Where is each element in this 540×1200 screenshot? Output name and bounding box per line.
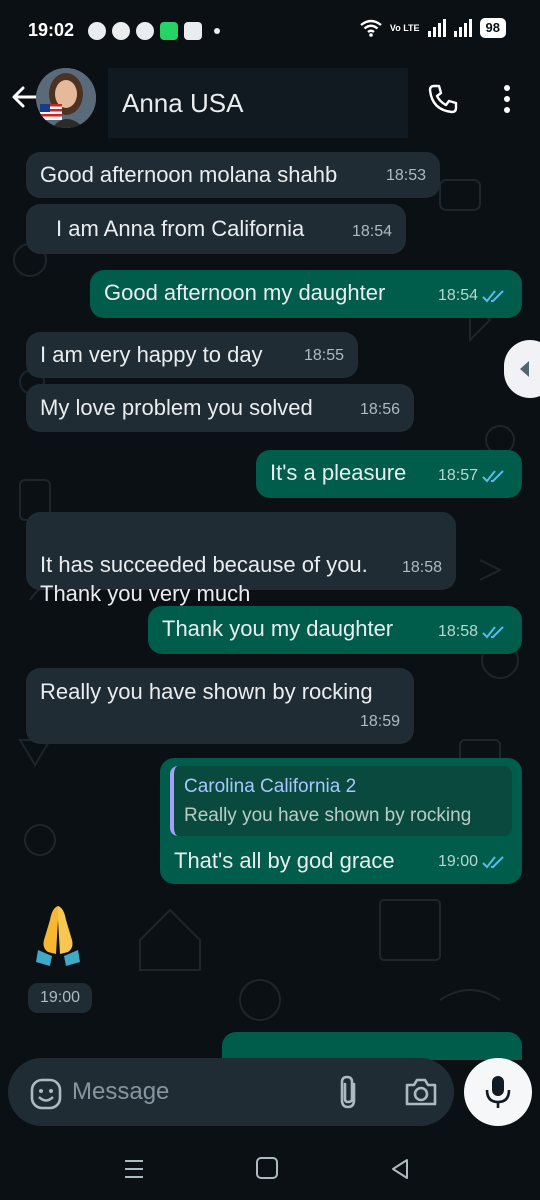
signal-icon <box>427 19 446 37</box>
battery-icon: 98 <box>479 18 506 38</box>
read-ticks-icon <box>482 289 504 302</box>
back-triangle-icon[interactable] <box>388 1157 412 1181</box>
message-bubble[interactable]: It's a pleasure 18:57 <box>256 450 522 498</box>
timestamp: 18:57 <box>437 467 478 484</box>
message-text: Thank you my daughter <box>162 616 394 641</box>
message-text: I am very happy to day <box>40 342 263 367</box>
message-time: 18:53 <box>386 161 426 190</box>
message-time: 18:59 <box>360 707 400 736</box>
mic-icon <box>485 1076 511 1108</box>
whatsapp-icon <box>136 22 154 40</box>
message-input[interactable] <box>72 1072 312 1112</box>
message-bubble[interactable]: My love problem you solved 18:56 <box>26 384 414 432</box>
contact-info[interactable]: Anna USA <box>108 68 408 138</box>
message-time: 18:57 <box>438 461 508 490</box>
message-bubble[interactable]: Really you have shown by rocking 18:59 <box>26 668 414 744</box>
message-composer <box>0 1040 540 1140</box>
read-ticks-icon <box>482 469 504 482</box>
timestamp: 18:54 <box>351 223 392 240</box>
emoji-icon[interactable] <box>30 1078 62 1110</box>
wifi-icon <box>360 19 382 37</box>
attach-icon[interactable] <box>334 1074 364 1110</box>
message-text: Really you have shown by rocking <box>40 679 373 704</box>
timestamp: 18:59 <box>359 713 400 730</box>
chat-bubble-icon <box>88 22 106 40</box>
avatar[interactable] <box>36 68 96 128</box>
signal-icon <box>453 19 472 37</box>
message-bubble[interactable]: Good afternoon my daughter 18:54 <box>90 270 522 318</box>
mic-button[interactable] <box>464 1058 532 1126</box>
chat-header: Anna USA <box>0 60 540 140</box>
recents-icon[interactable] <box>122 1158 146 1180</box>
message-bubble[interactable]: Good afternoon molana shahb 18:53 <box>26 152 440 198</box>
phone-icon[interactable] <box>426 82 460 116</box>
network-type-label: Vo LTE <box>389 22 420 33</box>
message-bubble[interactable]: Carolina California 2 Really you have sh… <box>160 758 522 884</box>
status-bar: 19:02 Vo LTE 98 <box>0 0 540 60</box>
message-text: Good afternoon molana shahb <box>40 162 338 187</box>
message-bubble[interactable]: I am very happy to day 18:55 <box>26 332 358 378</box>
message-text: It's a pleasure <box>270 460 407 485</box>
message-bubble[interactable]: Thank you my daughter 18:58 <box>148 606 522 654</box>
message-input-bar[interactable] <box>8 1058 454 1126</box>
message-time: 18:58 <box>438 617 508 646</box>
message-bubble[interactable]: It has succeeded because of you. Thank y… <box>26 512 456 606</box>
message-text: Good afternoon my daughter <box>104 280 386 305</box>
message-text: I am Anna from California <box>56 216 305 241</box>
system-icons: Vo LTE 98 <box>360 18 506 38</box>
message-time: 18:54 <box>438 281 508 310</box>
message-time: 19:00 <box>28 983 93 1013</box>
timestamp: 18:58 <box>401 559 442 576</box>
timestamp: 18:58 <box>437 623 478 640</box>
timestamp: 19:00 <box>437 853 478 870</box>
message-time: 18:55 <box>304 341 344 370</box>
photos-icon <box>184 22 202 40</box>
timestamp: 18:54 <box>437 287 478 304</box>
folded-hands-emoji[interactable] <box>30 900 86 970</box>
message-time: 19:00 <box>438 847 508 876</box>
app-icon <box>160 22 178 40</box>
home-button[interactable] <box>256 1157 278 1179</box>
message-text: My love problem you solved <box>40 395 313 420</box>
status-time: 19:02 <box>28 20 75 40</box>
timestamp: 18:53 <box>385 167 426 184</box>
message-time: 18:58 <box>402 553 442 582</box>
contact-name: Anna USA <box>122 88 244 118</box>
notification-icons <box>88 20 220 42</box>
whatsapp-icon <box>112 22 130 40</box>
avatar-photo <box>36 68 96 128</box>
more-notifications-dot <box>214 28 220 34</box>
camera-icon[interactable] <box>404 1076 438 1108</box>
timestamp: 18:56 <box>359 401 400 418</box>
message-text: That's all by god grace <box>174 848 395 873</box>
message-time: 18:54 <box>352 217 392 246</box>
message-time: 18:56 <box>360 395 400 424</box>
chat-area[interactable]: Good afternoon molana shahb 18:53 I am A… <box>0 140 540 1060</box>
read-ticks-icon <box>482 625 504 638</box>
more-vertical-icon[interactable] <box>496 82 518 116</box>
timestamp: 18:55 <box>303 347 344 364</box>
quoted-text: Really you have shown by rocking <box>184 805 472 826</box>
quoted-message[interactable]: Carolina California 2 Really you have sh… <box>170 766 512 836</box>
message-bubble[interactable]: I am Anna from California 18:54 <box>26 204 406 254</box>
read-ticks-icon <box>482 855 504 868</box>
system-nav-bar <box>0 1140 540 1200</box>
quoted-sender: Carolina California 2 <box>184 776 357 797</box>
chevron-left-icon <box>520 361 529 377</box>
